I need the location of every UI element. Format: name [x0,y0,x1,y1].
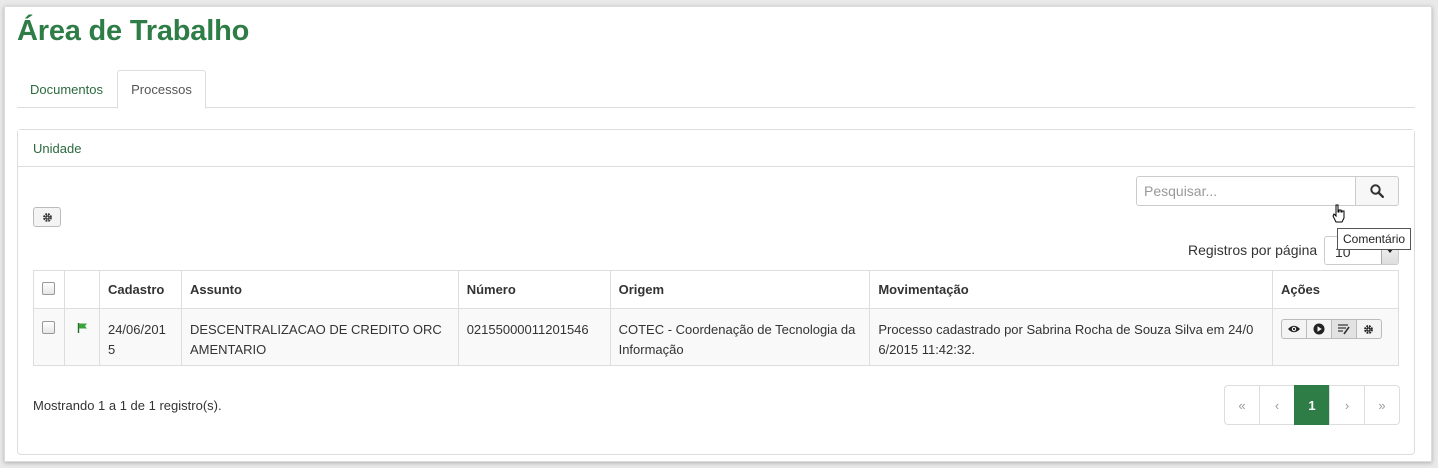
pagination-prev-button[interactable]: ‹ [1259,385,1295,425]
pagination-first-button[interactable]: « [1224,385,1260,425]
comment-button[interactable] [1330,319,1357,339]
column-header-movimentacao[interactable]: Movimentação [869,270,1273,309]
assunto-cell: DESCENTRALIZACAO DE CREDITO ORCAMENTARIO [180,308,459,366]
tab-documentos[interactable]: Documentos [17,70,116,108]
workspace-window: Área de Trabalho Documentos Processos Un… [4,6,1432,462]
tab-bar: Documentos Processos [17,70,1415,109]
column-header-origem[interactable]: Origem [609,270,871,309]
search-group [1136,176,1399,206]
search-input[interactable] [1136,176,1357,206]
origem-cell: COTEC - Coordenação de Tecnologia da Inf… [609,308,871,366]
search-button[interactable] [1355,176,1399,206]
pagination-last-button[interactable]: » [1364,385,1400,425]
movimentacao-cell: Processo cadastrado por Sabrina Rocha de… [869,308,1273,366]
table-header-row: Cadastro Assunto Número Origem Movimenta… [33,270,1400,309]
page-title: Área de Trabalho [17,15,250,47]
numero-cell: 02155000011201546 [457,308,611,366]
view-button[interactable] [1280,319,1307,339]
column-header-assunto[interactable]: Assunto [180,270,459,309]
process-button[interactable] [1305,319,1332,339]
hand-pointer-cursor-icon [1332,204,1346,227]
column-header-flag [63,270,100,309]
processes-table: Cadastro Assunto Número Origem Movimenta… [33,270,1400,366]
row-actions [1280,319,1390,339]
settings-button[interactable] [1355,319,1382,339]
comment-tooltip: Comentário [1337,228,1412,250]
flag-icon [77,323,87,333]
row-checkbox[interactable] [42,321,55,334]
eye-icon [1287,325,1300,333]
column-header-acoes: Ações [1271,270,1400,309]
column-header-numero[interactable]: Número [457,270,611,309]
search-icon [1370,184,1384,198]
pagination: « ‹ 1 › » [1224,385,1400,425]
panel-heading-unidade[interactable]: Unidade [18,130,1414,167]
select-all-cell [33,270,65,309]
play-icon [1313,323,1325,335]
table-row: 24/06/2015 DESCENTRALIZACAO DE CREDITO O… [33,308,1400,366]
tab-processos[interactable]: Processos [117,70,206,109]
cadastro-cell: 24/06/2015 [98,308,182,366]
comment-icon [1338,324,1351,335]
gear-icon [1364,324,1374,334]
pagination-next-button[interactable]: › [1329,385,1365,425]
flag-cell [63,308,100,366]
actions-cell [1271,308,1400,366]
records-per-page-label: Registros por página [1188,242,1318,258]
gear-icon [42,212,52,222]
column-header-cadastro[interactable]: Cadastro [98,270,182,309]
showing-records-text: Mostrando 1 a 1 de 1 registro(s). [33,398,222,413]
processes-panel: Unidade Registros por página 10 [17,129,1415,455]
select-all-checkbox[interactable] [42,282,55,295]
table-settings-button[interactable] [33,207,61,227]
row-select-cell [33,308,65,366]
pagination-page-1[interactable]: 1 [1294,385,1330,425]
